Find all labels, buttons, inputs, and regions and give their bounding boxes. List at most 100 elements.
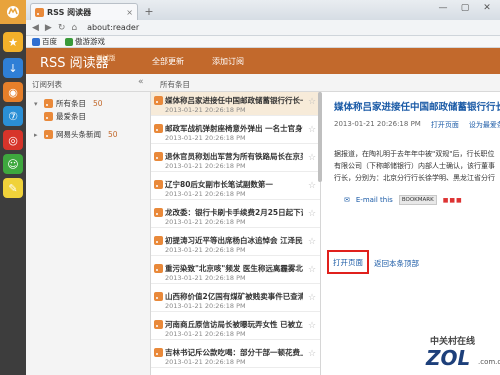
tab-bar: RSS 阅读器 × + — ▢ ✕: [26, 0, 500, 20]
bookmark-baidu[interactable]: 百度: [32, 36, 57, 47]
article-row[interactable]: 退休官员称划出军营为所有铁路局长在京买房 2013-01-21 20:26:18 …: [151, 148, 320, 172]
sidebar-item-favorites[interactable]: 最爱条目: [34, 111, 86, 122]
bookmark-label: 百度: [42, 37, 57, 46]
maxthon-menu-button[interactable]: [0, 0, 26, 24]
rss-icon: [44, 112, 53, 121]
article-row[interactable]: 河南商丘原信访局长被曝玩弄女性 已被立案调查2013-01-21 20:26:1…: [151, 316, 320, 340]
share-bar: ✉ E-mail this BOOKMARK ■■■: [344, 195, 463, 205]
rss-icon: [154, 180, 163, 189]
article-row[interactable]: 邮政军战机弹射座椅意外弹出 一名士官身亡 2013-01-21 20:26:18 …: [151, 120, 320, 144]
article-row-title: 吉林书记斥公款吃喝：部分干部一顿花费上万元: [165, 348, 303, 357]
rss-icon: [35, 7, 44, 17]
article-row-title: 邮政军战机弹射座椅意外弹出 一名士官身亡: [165, 124, 303, 133]
article-row[interactable]: 山西称价值2亿国有煤矿被贱卖事件已查清楚 2013-01-21 20:26:18 …: [151, 288, 320, 312]
article-row-date: 2013-01-21 20:26:18 PM: [165, 358, 246, 366]
article-row[interactable]: 辽宁80后女副市长笔试副数第一 2013-01-21 20:26:18 PM ☆: [151, 176, 320, 200]
rss-icon: [154, 236, 163, 245]
all-updates-button[interactable]: 全部更新: [152, 56, 184, 67]
url-input[interactable]: about:reader: [87, 23, 139, 32]
home-icon[interactable]: ⌂: [71, 23, 77, 33]
subscriptions-heading: 订阅列表: [32, 80, 62, 89]
sidebar-item-netease[interactable]: ▸ 网易头条新闻 50: [34, 129, 118, 140]
article-title[interactable]: 媒体称吕家进接任中国邮政储蓄银行行长一职: [334, 99, 500, 113]
star-icon[interactable]: ☆: [308, 349, 316, 359]
add-subscription-button[interactable]: 添加订阅: [212, 56, 244, 67]
article-row[interactable]: 初提涛习近平等出席杨白冰追悼会 江泽民送花圈2013-01-21 20:26:1…: [151, 232, 320, 256]
maximize-button[interactable]: ▢: [454, 0, 476, 16]
article-row-title: 辽宁80后女副市长笔试副数第一: [165, 180, 273, 189]
article-row[interactable]: 龙改委：银行卡刷卡手续费2月25日起下调 2013-01-21 20:26:18 …: [151, 204, 320, 228]
rss-icon[interactable]: ◉: [3, 82, 23, 102]
close-tab-icon[interactable]: ×: [126, 8, 137, 17]
rss-icon: [154, 124, 163, 133]
tab-label: RSS 阅读器: [47, 7, 92, 17]
star-icon[interactable]: ☆: [308, 293, 316, 303]
favorites-icon[interactable]: ★: [3, 32, 23, 52]
note-icon[interactable]: ✎: [3, 178, 23, 198]
rss-icon: [154, 264, 163, 273]
article-row-date: 2013-01-21 20:26:18 PM: [165, 106, 246, 114]
star-icon[interactable]: ☆: [308, 97, 316, 107]
expand-icon[interactable]: ▸: [34, 131, 41, 139]
rss-icon: [154, 320, 163, 329]
refresh-icon[interactable]: ↻: [58, 23, 66, 33]
article-row-title: 初提涛习近平等出席杨白冰追悼会 江泽民送花圈: [165, 236, 303, 245]
column-headers: 订阅列表 « 所有条目: [26, 74, 500, 92]
article-row-title: 河南商丘原信访局长被曝玩弄女性 已被立案调查: [165, 320, 303, 329]
tab-rss-reader[interactable]: RSS 阅读器 ×: [30, 3, 138, 20]
article-row-date: 2013-01-21 20:26:18 PM: [165, 330, 246, 338]
weibo-icon[interactable]: ◎: [3, 130, 23, 150]
star-icon[interactable]: ☆: [308, 125, 316, 135]
star-icon[interactable]: ☆: [308, 209, 316, 219]
open-page-highlight: 打开页面: [327, 250, 369, 274]
article-row-date: 2013-01-21 20:26:18 PM: [165, 246, 246, 254]
open-page-link[interactable]: 打开页面: [431, 120, 459, 130]
sidebar-item-all[interactable]: ▾ 所有条目 50: [34, 98, 103, 109]
subscription-sidebar: ▾ 所有条目 50 最爱条目 ▸ 网易头条新闻 50: [26, 92, 151, 375]
article-row-date: 2013-01-21 20:26:18 PM: [165, 274, 246, 282]
rss-icon: [154, 348, 163, 357]
rss-icon: [44, 130, 53, 139]
article-list: 媒体称吕家进接任中国邮政储蓄银行行长一职 2013-01-21 20:26:18 …: [151, 92, 321, 375]
open-page-button[interactable]: 打开页面: [333, 257, 363, 268]
rss-icon: [154, 152, 163, 161]
share-icons[interactable]: ■■■: [443, 197, 463, 204]
rss-icon: [154, 96, 163, 105]
star-icon[interactable]: ☆: [308, 237, 316, 247]
collapse-sidebar-button[interactable]: «: [138, 77, 144, 87]
bookmark-button[interactable]: BOOKMARK: [398, 195, 437, 205]
rss-icon: [154, 208, 163, 217]
list-heading: 所有条目: [160, 80, 190, 89]
back-icon[interactable]: ◀: [32, 23, 39, 33]
new-tab-button[interactable]: +: [142, 5, 156, 18]
star-icon[interactable]: ☆: [308, 181, 316, 191]
set-favorite-link[interactable]: 设为最爱条目: [469, 120, 500, 130]
article-row-date: 2013-01-21 20:26:18 PM: [165, 190, 246, 198]
back-to-top-link[interactable]: 返回本条顶部: [374, 258, 419, 269]
close-window-button[interactable]: ✕: [476, 0, 498, 16]
sidebar-item-label: 所有条目: [56, 99, 86, 108]
expand-icon[interactable]: ▾: [34, 100, 41, 108]
watermark-domain: .com.cn: [478, 358, 500, 366]
star-icon[interactable]: ☆: [308, 153, 316, 163]
clock-icon[interactable]: ⑦: [3, 106, 23, 126]
minimize-button[interactable]: —: [432, 0, 454, 16]
chat-icon[interactable]: ☺: [3, 154, 23, 174]
article-row[interactable]: 重污染致"北京咳"频发 医生称远离霾雾北京 2013-01-21 20:26:18…: [151, 260, 320, 284]
baidu-icon: [32, 37, 40, 46]
star-icon[interactable]: ☆: [308, 265, 316, 275]
forward-icon[interactable]: ▶: [45, 23, 52, 33]
rss-icon: [44, 99, 53, 108]
bookmarks-bar: 百度 傲游游戏: [26, 36, 500, 48]
article-row-date: 2013-01-21 20:26:18 PM: [165, 218, 246, 226]
article-row[interactable]: 媒体称吕家进接任中国邮政储蓄银行行长一职 2013-01-21 20:26:18 …: [151, 92, 320, 116]
article-row[interactable]: 吉林书记斥公款吃喝：部分干部一顿花费上万元2013-01-21 20:26:18…: [151, 344, 320, 368]
bookmark-games[interactable]: 傲游游戏: [65, 36, 105, 47]
email-link[interactable]: E-mail this: [356, 196, 393, 204]
download-icon[interactable]: ↓: [3, 58, 23, 78]
article-row-title: 龙改委：银行卡刷卡手续费2月25日起下调: [165, 208, 303, 217]
side-dock: ★ ↓ ◉ ⑦ ◎ ☺ ✎: [0, 0, 26, 375]
star-icon[interactable]: ☆: [308, 321, 316, 331]
article-row-date: 2013-01-21 20:26:18 PM: [165, 302, 246, 310]
beta-badge: 测试版: [96, 54, 116, 62]
